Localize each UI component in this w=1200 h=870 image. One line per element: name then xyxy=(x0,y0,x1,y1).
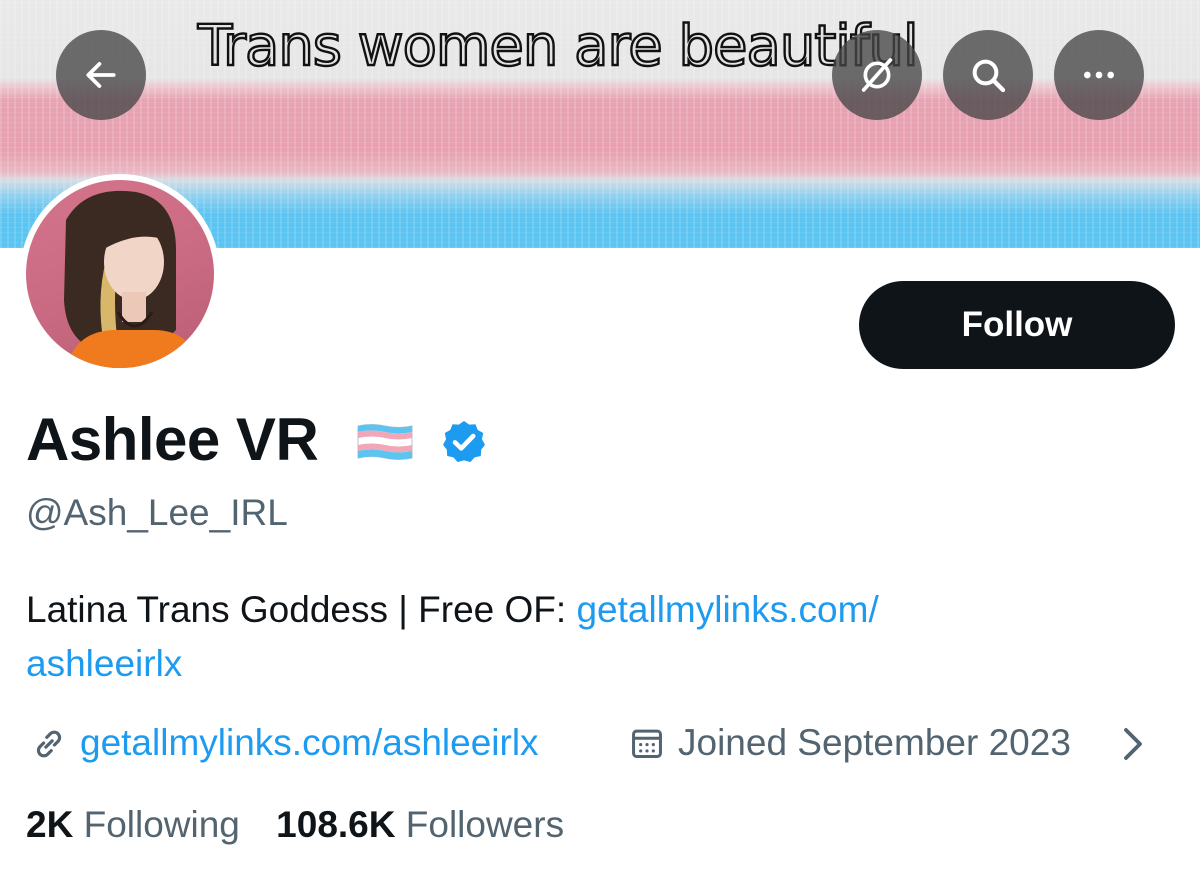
search-icon xyxy=(972,59,1006,93)
following-stat[interactable]: 2K Following xyxy=(26,798,240,852)
profile-bio: Latina Trans Goddess | Free OF: getallmy… xyxy=(26,583,1126,691)
verified-badge-icon[interactable] xyxy=(440,418,488,466)
arrow-left-icon xyxy=(86,62,116,88)
back-button[interactable] xyxy=(56,30,146,120)
followers-count: 108.6K xyxy=(276,804,396,845)
grok-button[interactable] xyxy=(832,30,922,120)
profile-handle: @Ash_Lee_IRL xyxy=(26,492,288,533)
followers-label: Followers xyxy=(405,804,565,845)
bio-link[interactable]: getallmylinks.com/ xyxy=(576,589,878,630)
grok-icon xyxy=(861,58,893,92)
link-icon xyxy=(36,730,62,758)
avatar-illustration xyxy=(64,190,201,368)
follow-button[interactable]: Follow xyxy=(859,281,1175,369)
following-label: Following xyxy=(83,804,240,845)
banner-caption: Trans women are beautiful xyxy=(197,13,920,80)
joined-date: Joined September 2023 xyxy=(678,722,1071,763)
avatar[interactable] xyxy=(20,174,220,374)
following-count: 2K xyxy=(26,804,74,845)
bio-text: Latina Trans Goddess | Free OF: xyxy=(26,589,577,630)
more-button[interactable] xyxy=(1054,30,1144,120)
calendar-icon xyxy=(632,729,662,758)
chevron-right-icon[interactable] xyxy=(1120,726,1146,762)
bio-link-continuation[interactable]: ashleeirlx xyxy=(26,643,182,684)
transgender-flag-icon xyxy=(357,424,413,460)
search-button[interactable] xyxy=(943,30,1033,120)
avatar-photo xyxy=(26,180,214,368)
profile-stats: 2K Following 108.6K Followers xyxy=(26,798,564,852)
followers-stat[interactable]: 108.6K Followers xyxy=(276,798,564,852)
website-link[interactable]: getallmylinks.com/ashleeirlx xyxy=(80,716,539,770)
profile-meta: getallmylinks.com/ashleeirlx Joined Sept… xyxy=(26,716,1176,770)
display-name: Ashlee VR xyxy=(26,406,319,473)
more-horizontal-icon xyxy=(1084,71,1114,79)
